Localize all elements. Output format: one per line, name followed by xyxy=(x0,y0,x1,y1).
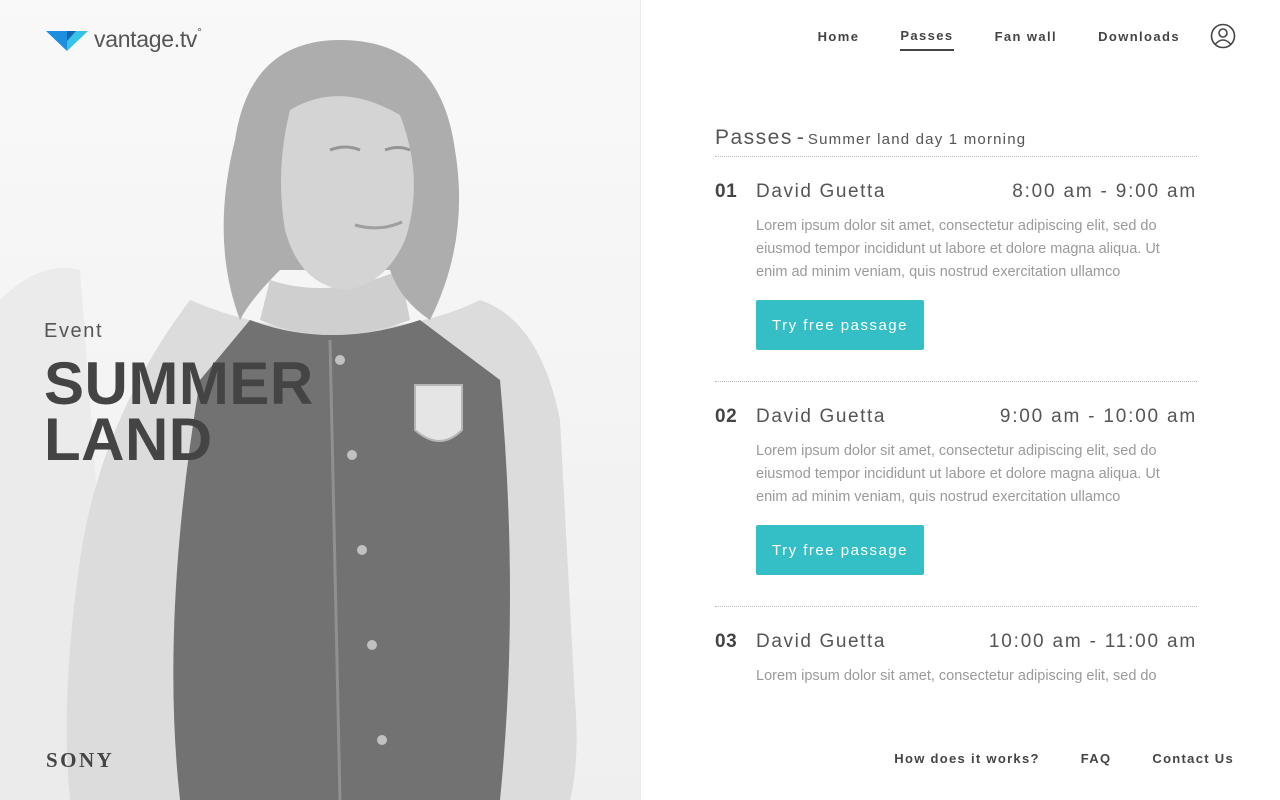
nav-downloads[interactable]: Downloads xyxy=(1098,21,1180,50)
event-label: Event xyxy=(44,320,104,342)
try-free-passage-button[interactable]: Try free passage xyxy=(756,300,924,350)
nav-home[interactable]: Home xyxy=(818,21,860,50)
pass-number: 03 xyxy=(715,631,738,652)
pass-item: 03 David Guetta 10:00 am - 11:00 am Lore… xyxy=(715,607,1197,800)
vantage-logo-icon xyxy=(46,30,88,51)
footer-faq-link[interactable]: FAQ xyxy=(1081,751,1112,766)
try-free-passage-button[interactable]: Try free passage xyxy=(756,525,924,575)
pass-item: 01 David Guetta 8:00 am - 9:00 am Lorem … xyxy=(715,157,1197,382)
brand-logo[interactable]: vantage.tv° xyxy=(46,25,202,53)
passes-separator: - xyxy=(796,126,804,149)
pass-time: 9:00 am - 10:00 am xyxy=(999,406,1197,427)
passes-subtitle: Summer land day 1 morning xyxy=(807,131,1027,148)
pass-time: 10:00 am - 11:00 am xyxy=(988,631,1197,652)
brand-name: vantage.tv° xyxy=(94,25,202,52)
event-title-line-1: SUMMER xyxy=(44,350,314,417)
pass-description: Lorem ipsum dolor sit amet, consectetur … xyxy=(756,443,1160,505)
pass-artist: David Guetta xyxy=(756,406,887,427)
passes-title: Passes xyxy=(715,126,793,149)
footer-nav: How does it works? FAQ Contact Us xyxy=(853,751,1234,766)
event-title-line-2: LAND xyxy=(44,406,213,473)
pass-description: Lorem ipsum dolor sit amet, consectetur … xyxy=(756,668,1157,684)
pass-artist: David Guetta xyxy=(756,631,887,652)
event-hero: vantage.tv° Event SUMMER LAND SONY xyxy=(0,0,640,800)
passes-list: Passes - Summer land day 1 morning 01 Davi… xyxy=(715,126,1197,800)
pass-number: 01 xyxy=(715,181,738,202)
passes-panel: Home Passes Fan wall Downloads Passes - Su… xyxy=(640,0,1280,800)
pass-artist: David Guetta xyxy=(756,181,887,202)
passes-heading: Passes - Summer land day 1 morning xyxy=(715,126,1197,157)
nav-fan-wall[interactable]: Fan wall xyxy=(995,21,1058,50)
user-circle-icon[interactable] xyxy=(1210,23,1236,49)
footer-contact-link[interactable]: Contact Us xyxy=(1152,751,1234,766)
footer-how-it-works-link[interactable]: How does it works? xyxy=(894,751,1039,766)
event-title: SUMMER LAND xyxy=(44,350,314,473)
pass-description: Lorem ipsum dolor sit amet, consectetur … xyxy=(756,218,1160,280)
main-nav: Home Passes Fan wall Downloads xyxy=(777,20,1236,51)
nav-passes[interactable]: Passes xyxy=(900,20,954,51)
pass-time: 8:00 am - 9:00 am xyxy=(1012,181,1197,202)
pass-item: 02 David Guetta 9:00 am - 10:00 am Lorem… xyxy=(715,382,1197,607)
sponsor-logo: SONY xyxy=(46,748,115,772)
pass-number: 02 xyxy=(715,406,738,427)
